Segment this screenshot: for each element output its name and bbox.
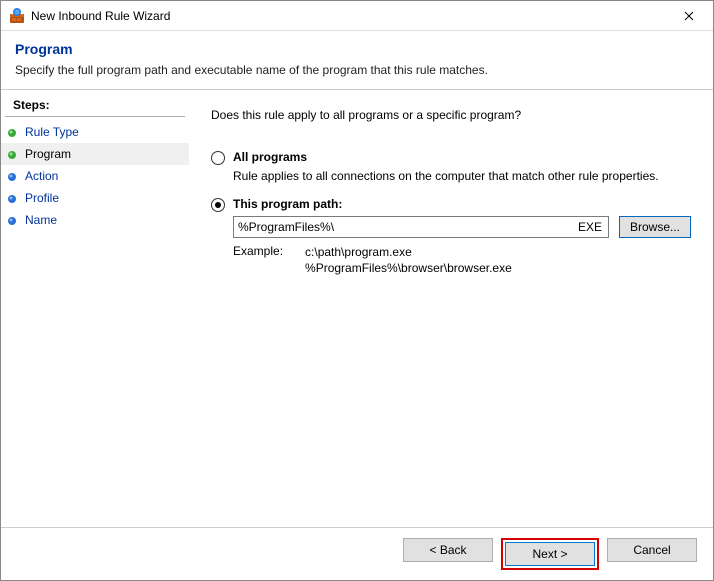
bullet-icon (7, 171, 17, 181)
option-all-programs[interactable]: All programs (211, 150, 691, 165)
firewall-icon (9, 8, 25, 24)
radio-program-path[interactable] (211, 198, 225, 212)
next-button[interactable]: Next > (505, 542, 595, 566)
radio-all-programs[interactable] (211, 151, 225, 165)
wizard-window: New Inbound Rule Wizard Program Specify … (0, 0, 714, 581)
step-link[interactable]: Name (25, 213, 57, 227)
steps-sidebar: Steps: Rule Type Program Action (1, 90, 189, 527)
option-program-path[interactable]: This program path: (211, 197, 691, 212)
close-button[interactable] (669, 2, 709, 30)
page-heading: Program (15, 41, 699, 57)
back-button[interactable]: < Back (403, 538, 493, 562)
example-path-2: %ProgramFiles%\browser\browser.exe (305, 260, 512, 276)
step-program[interactable]: Program (1, 143, 189, 165)
program-path-ext: EXE (572, 220, 608, 234)
wizard-content: Does this rule apply to all programs or … (189, 90, 713, 527)
example-block: Example: c:\path\program.exe %ProgramFil… (233, 244, 691, 276)
step-name[interactable]: Name (1, 209, 189, 231)
step-rule-type[interactable]: Rule Type (1, 121, 189, 143)
step-link[interactable]: Profile (25, 191, 59, 205)
bullet-icon (7, 215, 17, 225)
step-profile[interactable]: Profile (1, 187, 189, 209)
question-text: Does this rule apply to all programs or … (211, 108, 691, 122)
steps-label: Steps: (5, 94, 185, 117)
program-path-value: %ProgramFiles%\ (234, 220, 572, 234)
wizard-header: Program Specify the full program path an… (1, 31, 713, 90)
step-link[interactable]: Program (25, 147, 71, 161)
step-link[interactable]: Action (25, 169, 58, 183)
bullet-icon (7, 193, 17, 203)
bullet-icon (7, 149, 17, 159)
titlebar: New Inbound Rule Wizard (1, 1, 713, 31)
example-label: Example: (233, 244, 283, 258)
cancel-button[interactable]: Cancel (607, 538, 697, 562)
step-action[interactable]: Action (1, 165, 189, 187)
example-path-1: c:\path\program.exe (305, 244, 512, 260)
program-path-input[interactable]: %ProgramFiles%\ EXE (233, 216, 609, 238)
option-all-desc: Rule applies to all connections on the c… (233, 169, 691, 183)
window-title: New Inbound Rule Wizard (31, 9, 669, 23)
next-highlight: Next > (501, 538, 599, 570)
bullet-icon (7, 127, 17, 137)
option-all-label: All programs (233, 150, 307, 164)
step-link[interactable]: Rule Type (25, 125, 79, 139)
page-subtext: Specify the full program path and execut… (15, 63, 699, 77)
browse-button[interactable]: Browse... (619, 216, 691, 238)
wizard-footer: < Back Next > Cancel (1, 527, 713, 580)
option-path-label: This program path: (233, 197, 342, 211)
